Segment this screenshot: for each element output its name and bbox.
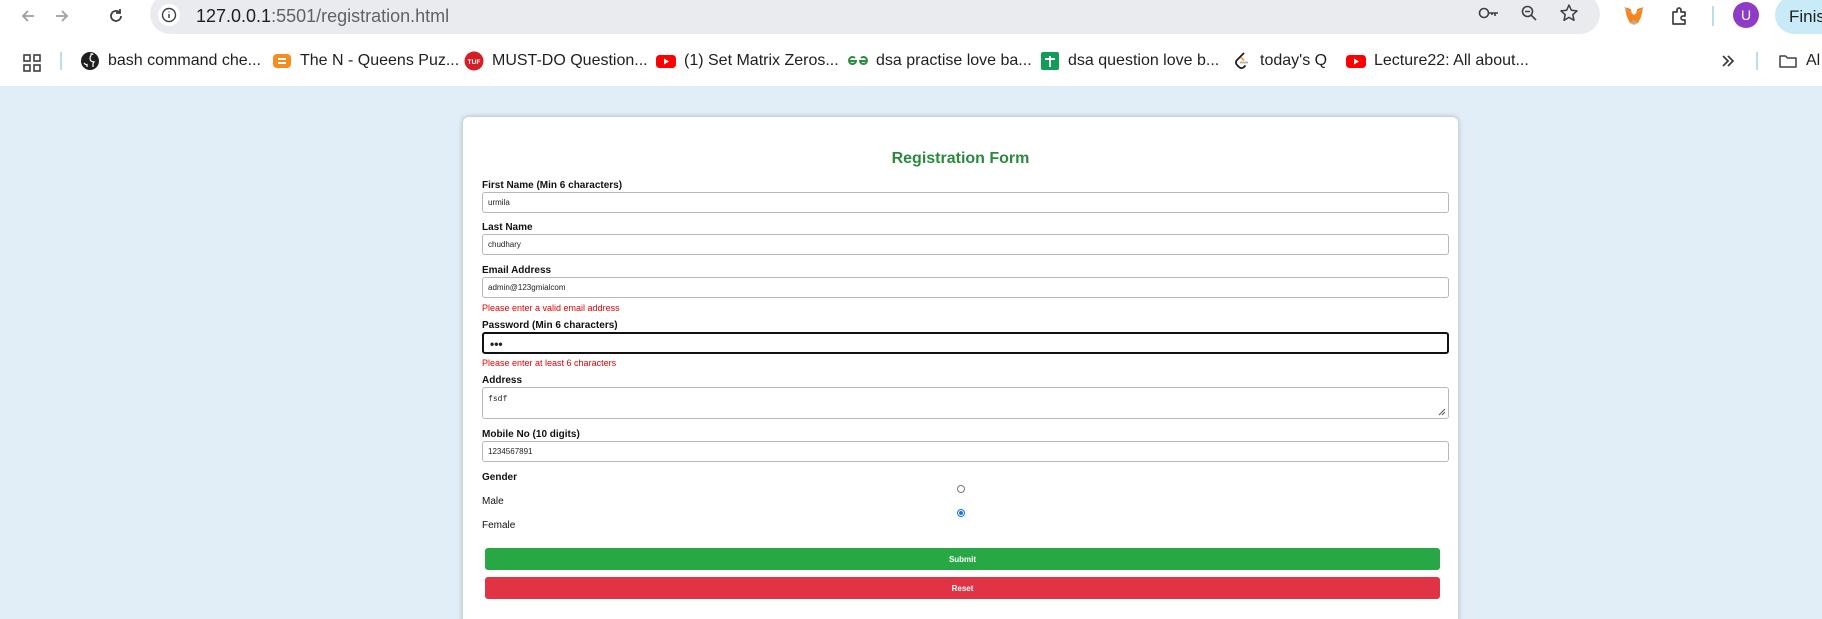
forward-arrow-icon [56,10,69,22]
forward-button[interactable] [48,2,76,30]
double-chevron-right-icon [1718,51,1738,71]
bookmark-item[interactable]: TUF MUST-DO Question... [464,49,648,73]
bookmark-item[interactable]: dsa practise love ba... [848,49,1032,73]
address-value: fsdf [488,394,508,403]
resize-handle-icon[interactable] [1438,408,1446,416]
more-bookmarks-button[interactable] [1718,49,1738,73]
email-error-message: Please enter a valid email address [482,303,620,313]
github-icon [80,51,100,71]
profile-avatar[interactable]: U [1733,2,1759,28]
youtube-icon [1346,51,1366,71]
bookmark-item[interactable]: today's Q [1232,49,1327,73]
registration-card: Registration Form First Name (Min 6 char… [463,117,1458,619]
gender-female-label: Female [482,520,516,531]
email-label: Email Address [482,265,552,276]
bookmark-label: (1) Set Matrix Zeros... [684,52,839,69]
bookmark-label: bash command che... [108,52,261,69]
bookmarks-divider [1756,52,1758,70]
back-arrow-icon [21,10,34,22]
gender-label: Gender [482,472,518,483]
codingninjas-icon [272,51,292,71]
bookmark-item[interactable]: The N - Queens Puz... [272,49,459,73]
url-host: 127.0.0.1 [196,6,272,26]
bookmark-label: dsa practise love ba... [876,52,1032,69]
form-title: Registration Form [891,150,1030,167]
back-button[interactable] [14,2,42,30]
sheets-icon [1040,51,1060,71]
last-name-input[interactable]: chudhary [482,234,1449,255]
reload-icon [110,9,122,22]
gender-male-label: Male [482,496,504,507]
address-label: Address [482,375,523,386]
leetcode-icon [1232,51,1252,71]
apps-grid-icon[interactable] [22,53,42,73]
email-input[interactable]: admin@123gmialcom [482,277,1449,298]
password-label: Password (Min 6 characters) [482,320,618,331]
finish-update-button[interactable]: Finish [1775,0,1822,34]
mobile-label: Mobile No (10 digits) [482,429,580,440]
zoom-icon[interactable] [1518,2,1540,24]
youtube-icon [656,51,676,71]
gfg-icon [848,51,868,71]
address-bar[interactable]: 127.0.0.1:5501/registration.html [150,0,1600,34]
url-path: :5501/registration.html [271,6,450,26]
folder-icon [1778,51,1798,71]
password-error-message: Please enter at least 6 characters [482,358,617,368]
bookmark-label: dsa question love b... [1068,52,1220,69]
reload-button[interactable] [102,2,130,30]
page-body: Registration Form First Name (Min 6 char… [0,86,1822,619]
all-bookmarks-button[interactable]: Al [1778,49,1820,73]
svg-text:TUF: TUF [468,59,481,66]
submit-button[interactable]: Submit [485,548,1440,570]
bookmark-item[interactable]: bash command che... [80,49,261,73]
bookmark-label: MUST-DO Question... [492,52,648,69]
last-name-label: Last Name [482,222,533,233]
mobile-input[interactable]: 1234567891 [482,441,1449,462]
url-text: 127.0.0.1:5501/registration.html [196,6,449,27]
bookmark-star-icon[interactable] [1558,2,1580,24]
extensions-puzzle-icon[interactable] [1668,4,1692,28]
site-info-icon[interactable] [158,4,180,26]
bookmark-label: Lecture22: All about... [1374,52,1529,69]
address-textarea[interactable]: fsdf [482,387,1449,419]
all-bookmarks-label: Al [1806,52,1821,69]
first-name-label: First Name (Min 6 characters) [482,180,623,191]
password-input[interactable]: ••• [482,332,1449,354]
bookmarks-divider [60,52,62,70]
tuf-icon: TUF [464,51,484,71]
reset-button[interactable]: Reset [485,577,1440,599]
metamask-extension-icon[interactable] [1622,4,1646,28]
gender-male-radio[interactable] [957,485,965,493]
bookmark-item[interactable]: (1) Set Matrix Zeros... [656,49,839,73]
bookmark-item[interactable]: dsa question love b... [1040,49,1219,73]
first-name-input[interactable]: urmila [482,192,1449,213]
gender-female-radio[interactable] [957,509,965,517]
bookmark-label: The N - Queens Puz... [300,52,460,69]
browser-toolbar: 127.0.0.1:5501/registration.html U Finis… [0,0,1822,34]
bookmark-label: today's Q [1260,52,1328,69]
toolbar-divider [1712,6,1714,26]
bookmarks-bar: bash command che... The N - Queens Puz..… [0,43,1822,79]
bookmark-item[interactable]: Lecture22: All about... [1346,49,1529,73]
password-key-icon[interactable] [1478,2,1500,24]
